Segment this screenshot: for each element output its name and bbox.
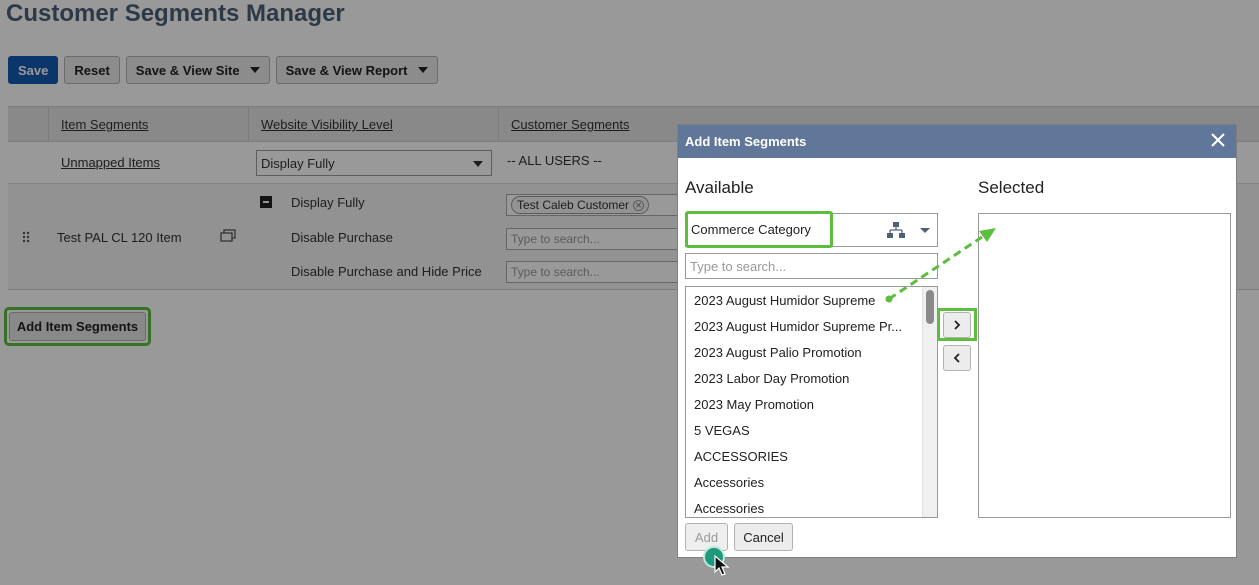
list-item[interactable]: Accessories — [686, 495, 918, 517]
available-list: 2023 August Humidor Supreme 2023 August … — [685, 286, 938, 518]
list-item[interactable]: ACCESSORIES — [686, 443, 918, 469]
add-button[interactable]: Add — [685, 523, 728, 551]
list-item[interactable]: 2023 August Palio Promotion — [686, 339, 918, 365]
list-item[interactable]: 5 VEGAS — [686, 417, 918, 443]
add-item-segments-dialog: Add Item Segments Available Selected Com… — [677, 124, 1237, 558]
dialog-title: Add Item Segments — [685, 134, 807, 149]
available-heading: Available — [685, 178, 754, 197]
selected-list — [978, 213, 1231, 518]
move-right-button[interactable] — [943, 312, 971, 338]
available-search-input[interactable]: Type to search... — [685, 253, 938, 279]
scroll-thumb[interactable] — [926, 290, 934, 324]
list-item[interactable]: 2023 May Promotion — [686, 391, 918, 417]
move-left-button[interactable] — [943, 345, 971, 371]
selected-heading: Selected — [978, 178, 1045, 197]
list-scrollbar[interactable] — [922, 287, 937, 517]
list-item[interactable]: Accessories — [686, 469, 918, 495]
chevron-down-icon[interactable] — [920, 228, 930, 233]
list-item[interactable]: 2023 August Humidor Supreme — [686, 287, 918, 313]
mouse-cursor-icon — [714, 555, 730, 576]
category-select-value: Commerce Category — [685, 211, 833, 248]
cancel-button[interactable]: Cancel — [734, 523, 793, 551]
close-icon[interactable] — [1209, 131, 1227, 149]
list-item[interactable]: 2023 Labor Day Promotion — [686, 365, 918, 391]
list-item[interactable]: 2023 August Humidor Supreme Pr... — [686, 313, 918, 339]
dialog-header: Add Item Segments — [678, 125, 1236, 158]
chevron-right-icon — [954, 320, 961, 330]
chevron-left-icon — [953, 353, 960, 363]
hierarchy-icon[interactable] — [887, 222, 905, 238]
